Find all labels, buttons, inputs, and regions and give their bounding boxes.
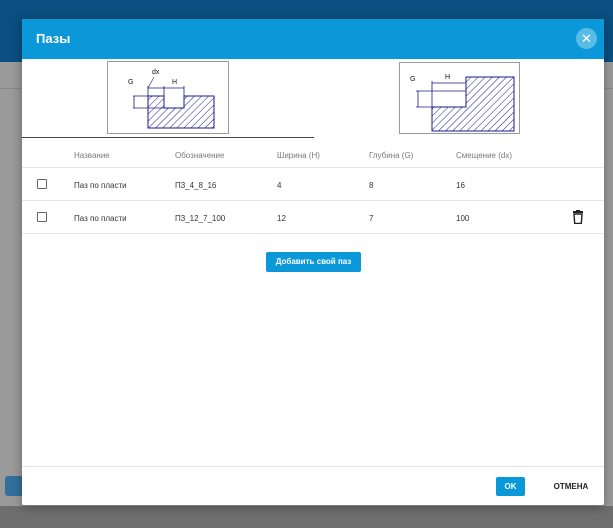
groove-diagram-drawing: G dx H [128,69,215,129]
label-h: H [445,74,450,81]
column-depth-header: Глубина (G) [369,151,414,160]
row-code: П3_12_7_100 [175,214,226,223]
table-header: Название Обозначение Ширина (H) Глубина … [22,143,604,167]
dialog-title: Пазы [36,31,71,46]
section-divider [22,137,314,138]
dialog-titlebar: Пазы ✕ [22,19,604,59]
row-checkbox[interactable] [37,212,47,222]
column-code-header: Обозначение [175,151,225,160]
ok-button[interactable]: OK [496,477,525,496]
row-name: Паз по пласти [74,181,127,190]
column-offset-header: Смещение (dx) [456,151,513,160]
table-row[interactable]: Паз по пласти П3_12_7_100 12 7 100 [22,200,604,234]
close-button[interactable]: ✕ [576,28,597,49]
grooves-dialog: Пазы ✕ G dx H G H Название Обозначение Ш… [22,19,604,505]
column-name-header: Название [74,151,110,160]
row-name: Паз по пласти [74,214,127,223]
background-bottom-bar [0,506,613,528]
row-width: 12 [277,214,286,223]
label-dx: dx [152,69,160,76]
label-g: G [128,79,133,86]
table-row[interactable]: Паз по пласти П3_4_8_16 4 8 16 [22,167,604,200]
row-offset: 100 [456,214,470,223]
add-custom-groove-button[interactable]: Добавить свой паз [266,252,361,272]
edge-groove-diagram: G H [399,62,520,134]
close-icon: ✕ [581,31,592,46]
cancel-button[interactable]: ОТМЕНА [548,477,594,496]
trash-icon[interactable] [572,210,584,224]
row-checkbox[interactable] [37,179,47,189]
label-g: G [410,76,415,83]
edge-groove-drawing: G H [410,74,515,132]
column-width-header: Ширина (H) [277,151,320,160]
groove-diagram: G dx H [107,61,229,134]
footer-divider [22,466,604,467]
row-width: 4 [277,181,282,190]
row-depth: 7 [369,214,374,223]
row-offset: 16 [456,181,465,190]
label-h: H [172,79,177,86]
row-depth: 8 [369,181,374,190]
row-code: П3_4_8_16 [175,181,217,190]
